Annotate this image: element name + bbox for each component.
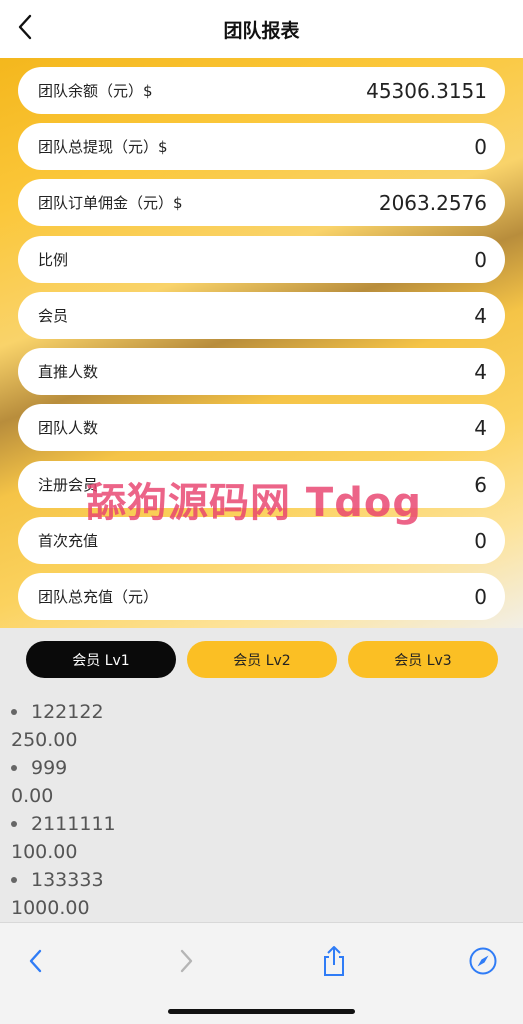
tab-member-lv1[interactable]: 会员 Lv1 — [26, 641, 176, 678]
chevron-right-icon — [180, 949, 193, 973]
stat-value: 6 — [474, 472, 487, 497]
member-id-row: 999 — [11, 754, 491, 782]
member-id-row: 2111111 — [11, 810, 491, 838]
stat-team-total-recharge: 团队总充值（元） 0 — [18, 573, 505, 620]
share-button[interactable] — [314, 941, 354, 981]
nav-forward-button[interactable] — [166, 941, 206, 981]
stat-ratio: 比例 0 — [18, 236, 505, 283]
stat-label: 团队人数 — [38, 419, 99, 437]
stat-value: 2063.2576 — [378, 190, 487, 215]
stat-value: 4 — [474, 415, 487, 440]
stat-value: 0 — [474, 134, 487, 159]
bullet-icon — [11, 765, 17, 771]
compass-button[interactable] — [463, 941, 503, 981]
home-indicator — [168, 1009, 355, 1014]
stat-team-balance: 团队余额（元）$ 45306.3151 — [18, 67, 505, 114]
share-icon — [324, 946, 344, 976]
member-amount: 0.00 — [11, 785, 54, 807]
bullet-icon — [11, 709, 17, 715]
stat-label: 团队总充值（元） — [38, 588, 159, 606]
stat-value: 0 — [474, 528, 487, 553]
stat-label: 团队订单佣金（元）$ — [38, 194, 183, 212]
stat-team-commission: 团队订单佣金（元）$ 2063.2576 — [18, 179, 505, 226]
back-button[interactable] — [10, 12, 40, 42]
list-item: 2111111 100.00 — [11, 810, 491, 866]
stat-label: 会员 — [38, 307, 69, 325]
list-item: 133333 1000.00 — [11, 866, 491, 922]
stat-value: 4 — [474, 303, 487, 328]
stat-value: 0 — [474, 584, 487, 609]
compass-icon — [469, 947, 497, 975]
stat-team-withdrawal: 团队总提现（元）$ 0 — [18, 123, 505, 170]
stat-members: 会员 4 — [18, 292, 505, 339]
chevron-left-icon — [29, 949, 42, 973]
page-title: 团队报表 — [223, 19, 300, 42]
member-id-row: 122122 — [11, 698, 491, 726]
stat-value: 0 — [474, 247, 487, 272]
member-list: 122122 250.00 999 0.00 2111111 100.00 13… — [11, 698, 491, 922]
list-item: 122122 250.00 — [11, 698, 491, 754]
member-id-row: 133333 — [11, 866, 491, 894]
member-id: 133333 — [31, 869, 104, 891]
stat-label: 首次充值 — [38, 532, 99, 550]
tab-member-lv3[interactable]: 会员 Lv3 — [348, 641, 498, 678]
member-amount: 250.00 — [11, 729, 78, 751]
list-item: 999 0.00 — [11, 754, 491, 810]
header-bar: 团队报表 — [0, 0, 523, 58]
stat-value: 4 — [474, 359, 487, 384]
member-amount: 1000.00 — [11, 897, 90, 919]
member-id: 999 — [31, 757, 68, 779]
tab-member-lv2[interactable]: 会员 Lv2 — [187, 641, 337, 678]
member-amount: 100.00 — [11, 841, 78, 863]
stat-label: 比例 — [38, 251, 69, 269]
stat-label: 直推人数 — [38, 363, 99, 381]
member-id: 122122 — [31, 701, 104, 723]
stat-value: 45306.3151 — [366, 78, 487, 103]
stat-label: 团队余额（元）$ — [38, 82, 153, 100]
bullet-icon — [11, 877, 17, 883]
watermark: 舔狗源码网 Tdog — [86, 480, 422, 526]
stat-label: 团队总提现（元）$ — [38, 138, 168, 156]
stat-team-size: 团队人数 4 — [18, 404, 505, 451]
bullet-icon — [11, 821, 17, 827]
chevron-left-icon — [18, 14, 32, 40]
member-id: 2111111 — [31, 813, 116, 835]
nav-back-button[interactable] — [16, 941, 56, 981]
stat-direct-referrals: 直推人数 4 — [18, 348, 505, 395]
